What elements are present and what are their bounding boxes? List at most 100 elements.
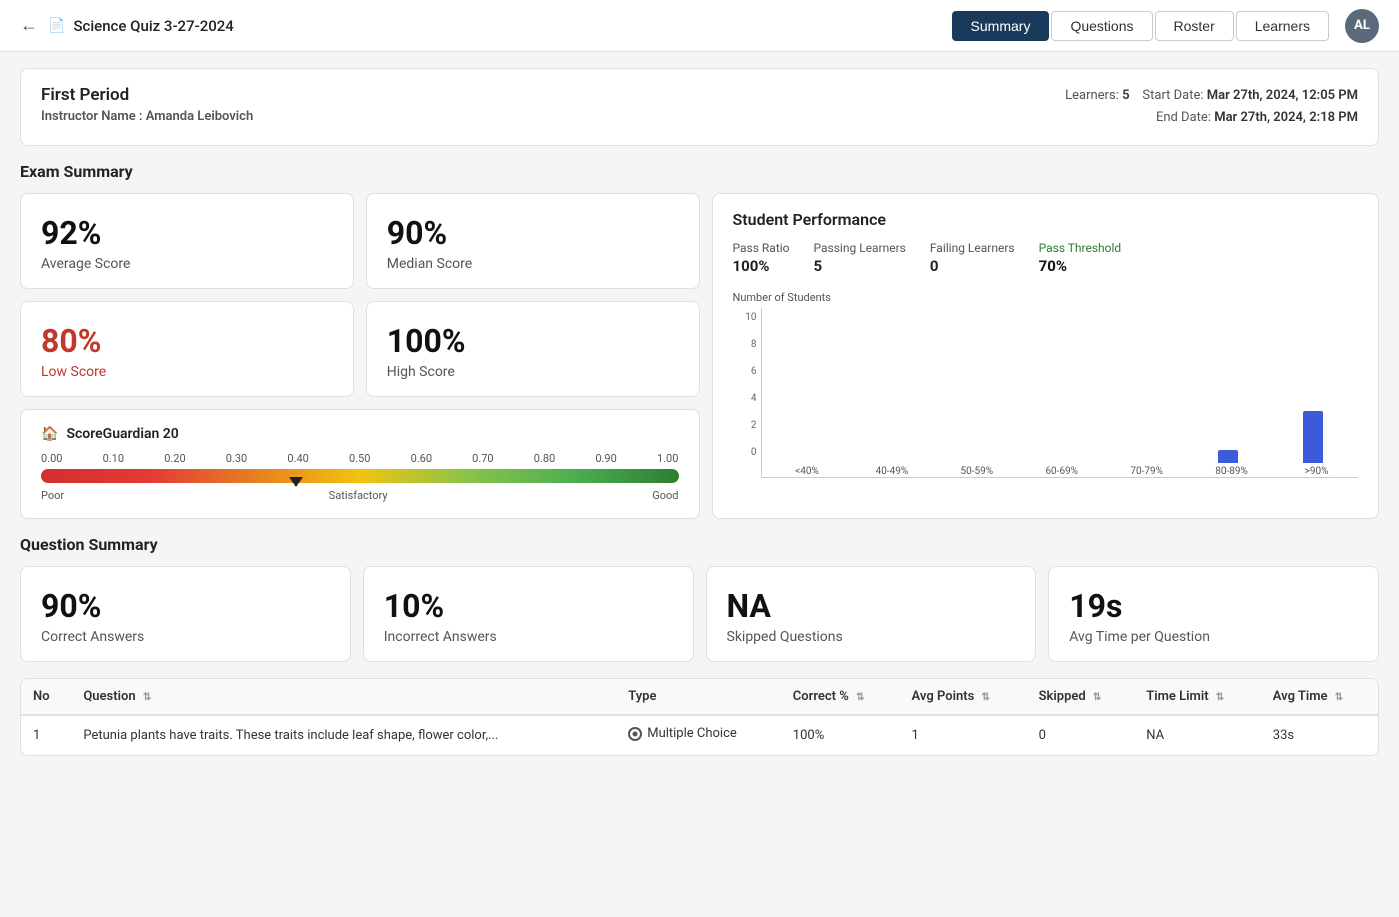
avg-score-value: 92% xyxy=(41,214,333,252)
pass-ratio-value: 100% xyxy=(733,257,790,275)
question-summary-title: Question Summary xyxy=(20,535,1379,554)
tab-questions[interactable]: Questions xyxy=(1051,11,1152,41)
bar-group-40-49% xyxy=(850,333,932,463)
skipped-questions-card: NA Skipped Questions xyxy=(706,566,1037,662)
avg-score-label: Average Score xyxy=(41,256,333,272)
instructor-prefix: Instructor Name : xyxy=(41,109,146,124)
info-card-right: Learners: 5 Start Date: Mar 27th, 2024, … xyxy=(1065,85,1358,129)
y-tick-4: 4 xyxy=(733,393,761,404)
cell-avg-time: 33s xyxy=(1261,715,1378,755)
end-date-info: End Date: Mar 27th, 2024, 2:18 PM xyxy=(1065,107,1358,129)
bar-group-70-79% xyxy=(1103,333,1185,463)
pass-ratio-stat: Pass Ratio 100% xyxy=(733,241,790,275)
questions-table: No Question ⇅ Type Correct % ⇅ Avg Point… xyxy=(21,679,1378,755)
low-score-label: Low Score xyxy=(41,364,333,380)
correct-answers-card: 90% Correct Answers xyxy=(20,566,351,662)
low-score-card: 80% Low Score xyxy=(20,301,354,397)
student-perf-chart: Number of Students 0 2 4 6 8 10 <40%40-4… xyxy=(733,291,1359,478)
student-perf-title: Student Performance xyxy=(733,210,1359,229)
col-type: Type xyxy=(616,679,781,715)
avatar[interactable]: AL xyxy=(1345,9,1379,43)
y-tick-0: 0 xyxy=(733,447,761,458)
cell-type: Multiple Choice xyxy=(616,715,781,755)
pass-ratio-label: Pass Ratio xyxy=(733,241,790,255)
questions-table-container: No Question ⇅ Type Correct % ⇅ Avg Point… xyxy=(20,678,1379,756)
sg-label-good: Good xyxy=(652,489,678,502)
passing-learners-label: Passing Learners xyxy=(814,241,906,255)
bar-80-89% xyxy=(1218,450,1238,463)
failing-learners-stat: Failing Learners 0 xyxy=(930,241,1015,275)
mc-icon: Multiple Choice xyxy=(628,726,737,741)
median-score-card: 90% Median Score xyxy=(366,193,700,289)
y-tick-8: 8 xyxy=(733,339,761,350)
table-row: 1 Petunia plants have traits. These trai… xyxy=(21,715,1378,755)
sg-scale-labels: 0.00 0.10 0.20 0.30 0.40 0.50 0.60 0.70 … xyxy=(41,452,679,465)
avg-time-label: Avg Time per Question xyxy=(1069,629,1358,645)
skipped-questions-value: NA xyxy=(727,587,1016,625)
passing-learners-stat: Passing Learners 5 xyxy=(814,241,906,275)
bar-group-60-69% xyxy=(1019,333,1101,463)
instructor-name: Amanda Leibovich xyxy=(146,109,253,124)
end-date-label: End Date: xyxy=(1156,110,1211,125)
y-tick-2: 2 xyxy=(733,420,761,431)
score-guardian-card: 🏠 ScoreGuardian 20 0.00 0.10 0.20 0.30 0… xyxy=(20,409,700,519)
pass-threshold-value: 70% xyxy=(1039,257,1122,275)
chart-y-label: Number of Students xyxy=(733,291,1359,304)
header: ← 📄 Science Quiz 3-27-2024 SummaryQuesti… xyxy=(0,0,1399,52)
bar-group-80-89% xyxy=(1187,333,1269,463)
tab-learners[interactable]: Learners xyxy=(1236,11,1329,41)
col-avg-points[interactable]: Avg Points ⇅ xyxy=(900,679,1027,715)
exam-summary-grid: 92% Average Score 90% Median Score Stude… xyxy=(20,193,1379,519)
tab-summary[interactable]: Summary xyxy=(952,11,1050,41)
bar-label-<40%: <40% xyxy=(766,463,849,477)
cell-time-limit: NA xyxy=(1134,715,1261,755)
class-name: First Period xyxy=(41,85,253,105)
tab-roster[interactable]: Roster xyxy=(1155,11,1234,41)
learners-info: Learners: 5 Start Date: Mar 27th, 2024, … xyxy=(1065,85,1358,107)
sg-icon: 🏠 xyxy=(41,426,58,442)
learners-label: Learners: xyxy=(1065,88,1119,103)
back-button[interactable]: ← xyxy=(20,15,38,36)
bar->90% xyxy=(1303,411,1323,463)
start-date-label: Start Date: xyxy=(1142,88,1203,103)
cell-correct-pct: 100% xyxy=(781,715,900,755)
avg-score-card: 92% Average Score xyxy=(20,193,354,289)
end-date-value: Mar 27th, 2024, 2:18 PM xyxy=(1214,110,1358,125)
time-limit-sort-icon: ⇅ xyxy=(1216,692,1224,703)
header-tabs: SummaryQuestionsRosterLearners xyxy=(952,11,1329,41)
bar-label-60-69%: 60-69% xyxy=(1020,463,1103,477)
col-correct-pct[interactable]: Correct % ⇅ xyxy=(781,679,900,715)
col-avg-time[interactable]: Avg Time ⇅ xyxy=(1261,679,1378,715)
cell-question: Petunia plants have traits. These traits… xyxy=(71,715,616,755)
high-score-card: 100% High Score xyxy=(366,301,700,397)
page-content: First Period Instructor Name : Amanda Le… xyxy=(0,52,1399,772)
info-card-left: First Period Instructor Name : Amanda Le… xyxy=(41,85,253,124)
info-card: First Period Instructor Name : Amanda Le… xyxy=(20,68,1379,146)
col-time-limit[interactable]: Time Limit ⇅ xyxy=(1134,679,1261,715)
col-question[interactable]: Question ⇅ xyxy=(71,679,616,715)
skipped-sort-icon: ⇅ xyxy=(1093,692,1101,703)
sg-title: ScoreGuardian 20 xyxy=(66,426,178,442)
correct-pct-sort-icon: ⇅ xyxy=(856,692,864,703)
incorrect-answers-value: 10% xyxy=(384,587,673,625)
pass-threshold-stat: Pass Threshold 70% xyxy=(1039,241,1122,275)
failing-learners-label: Failing Learners xyxy=(930,241,1015,255)
high-score-value: 100% xyxy=(387,322,679,360)
avg-time-value: 19s xyxy=(1069,587,1358,625)
low-score-value: 80% xyxy=(41,322,333,360)
high-score-label: High Score xyxy=(387,364,679,380)
doc-icon: 📄 xyxy=(48,18,65,34)
bar-group-50-59% xyxy=(934,333,1016,463)
instructor-line: Instructor Name : Amanda Leibovich xyxy=(41,109,253,124)
cell-skipped: 0 xyxy=(1027,715,1135,755)
bar-label-40-49%: 40-49% xyxy=(850,463,933,477)
cell-no: 1 xyxy=(21,715,71,755)
avg-time-card: 19s Avg Time per Question xyxy=(1048,566,1379,662)
bar-label-80-89%: 80-89% xyxy=(1190,463,1273,477)
bar-label->90%: >90% xyxy=(1275,463,1358,477)
col-skipped[interactable]: Skipped ⇅ xyxy=(1027,679,1135,715)
student-performance-card: Student Performance Pass Ratio 100% Pass… xyxy=(712,193,1380,519)
y-tick-10: 10 xyxy=(733,312,761,323)
start-date-value: Mar 27th, 2024, 12:05 PM xyxy=(1207,88,1358,103)
skipped-questions-label: Skipped Questions xyxy=(727,629,1016,645)
